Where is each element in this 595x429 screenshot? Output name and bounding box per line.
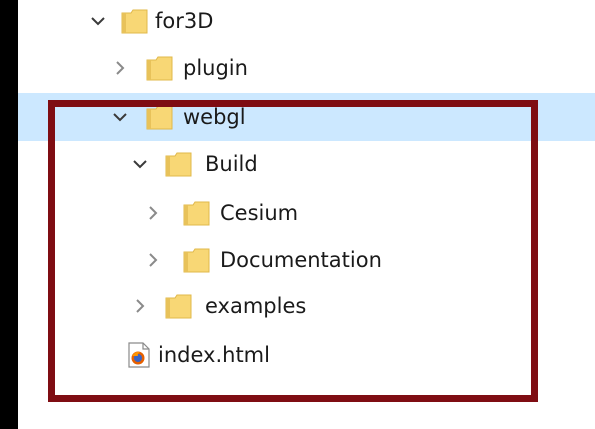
tree-item-webgl[interactable]: webgl <box>18 93 595 141</box>
tree-item-label: examples <box>205 294 307 318</box>
folder-icon <box>121 8 149 34</box>
tree-item-label: plugin <box>183 56 248 80</box>
firefox-html-file-icon <box>128 342 150 368</box>
chevron-down-icon[interactable] <box>110 107 130 127</box>
tree-item-cesium[interactable]: Cesium <box>18 189 595 237</box>
tree-item-label: webgl <box>183 105 246 129</box>
chevron-right-icon[interactable] <box>143 250 163 270</box>
tree-item-build[interactable]: Build <box>18 140 595 188</box>
tree-item-plugin[interactable]: plugin <box>18 44 595 92</box>
folder-icon <box>183 247 211 273</box>
tree-item-index-html[interactable]: index.html <box>18 331 595 379</box>
tree-item-documentation[interactable]: Documentation <box>18 236 595 284</box>
tree-item-for3d[interactable]: for3D <box>18 0 595 45</box>
folder-icon <box>183 200 211 226</box>
tree-item-label: index.html <box>158 343 270 367</box>
tree-item-label: for3D <box>155 9 214 33</box>
tree-item-examples[interactable]: examples <box>18 282 595 330</box>
chevron-right-icon[interactable] <box>110 58 130 78</box>
folder-icon <box>146 55 174 81</box>
tree-item-label: Build <box>205 152 258 176</box>
chevron-right-icon[interactable] <box>130 296 150 316</box>
chevron-down-icon[interactable] <box>88 11 108 31</box>
tree-item-label: Cesium <box>220 201 299 225</box>
tree-item-label: Documentation <box>220 248 382 272</box>
folder-tree-panel: for3D plugin webgl Build Cesium Document… <box>18 0 595 429</box>
chevron-right-icon[interactable] <box>143 203 163 223</box>
folder-icon <box>146 104 174 130</box>
folder-icon <box>165 293 193 319</box>
folder-icon <box>165 151 193 177</box>
chevron-down-icon[interactable] <box>130 154 150 174</box>
